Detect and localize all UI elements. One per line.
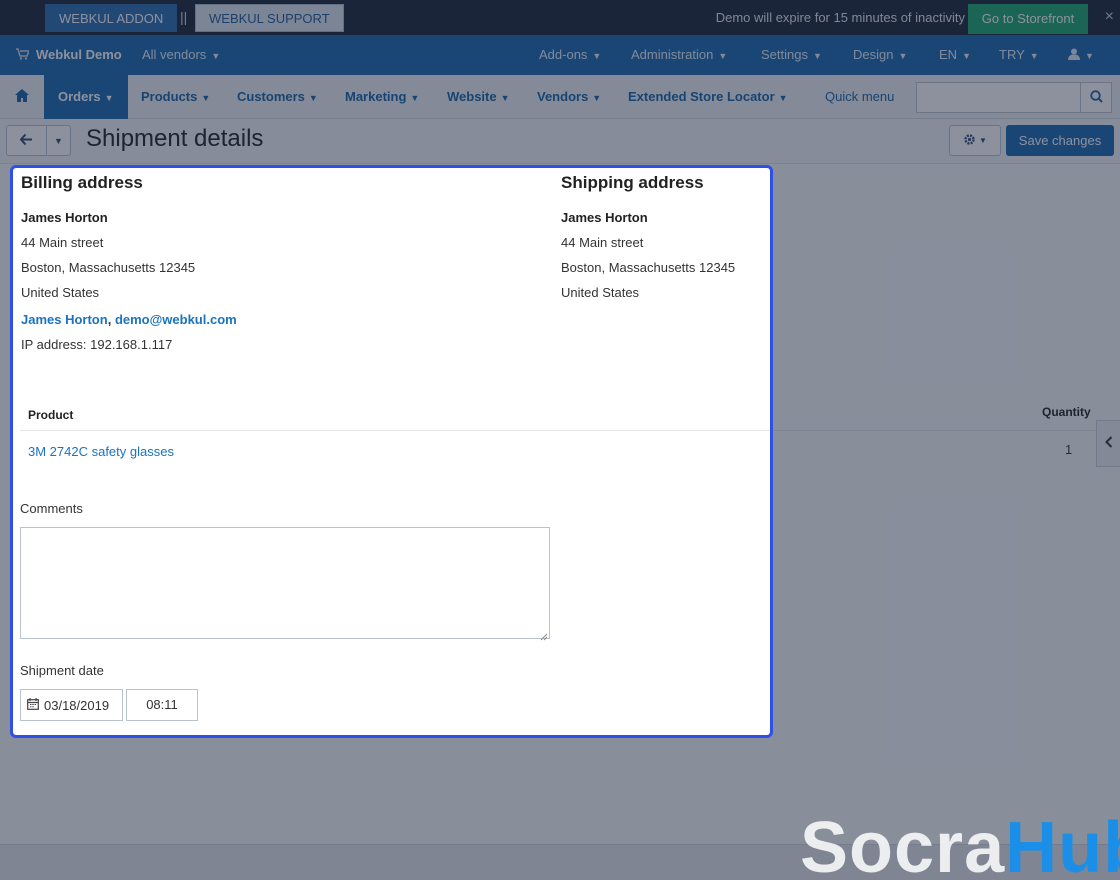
- billing-address: Billing address James Horton 44 Main str…: [21, 173, 237, 357]
- shipping-city: Boston, Massachusetts 12345: [561, 260, 736, 275]
- socrahub-watermark: SocraHub: [800, 808, 1120, 880]
- billing-contact: James Horton, demo@webkul.com: [21, 307, 237, 332]
- contact-separator: ,: [107, 312, 115, 327]
- shipping-address: Shipping address James Horton 44 Main st…: [561, 173, 735, 305]
- shipping-street: 44 Main street: [561, 235, 644, 250]
- shipment-time-field[interactable]: 08:11: [126, 689, 198, 721]
- comments-textarea[interactable]: [20, 527, 550, 641]
- billing-address-title: Billing address: [21, 173, 143, 192]
- billing-name: James Horton: [21, 210, 108, 225]
- shipment-date-label: Shipment date: [20, 663, 104, 678]
- customer-name-link[interactable]: James Horton: [21, 312, 108, 327]
- resize-handle-icon[interactable]: [540, 629, 548, 641]
- comments-label: Comments: [20, 501, 83, 516]
- billing-city: Boston, Massachusetts 12345: [21, 260, 196, 275]
- customer-email-link[interactable]: demo@webkul.com: [115, 312, 237, 327]
- products-table-header: Product: [20, 403, 770, 431]
- shipment-date-value: 03/18/2019: [44, 697, 110, 713]
- shipping-country: United States: [561, 285, 640, 300]
- billing-country: United States: [21, 285, 100, 300]
- shipping-address-title: Shipping address: [561, 173, 704, 192]
- shipping-name: James Horton: [561, 210, 648, 225]
- product-link[interactable]: 3M 2742C safety glasses: [28, 444, 174, 459]
- ip-address: IP address: 192.168.1.117: [21, 337, 173, 352]
- billing-street: 44 Main street: [21, 235, 104, 250]
- shipment-details-popup: Billing address James Horton 44 Main str…: [10, 165, 773, 738]
- calendar-icon: [27, 697, 39, 713]
- product-column-header: Product: [28, 408, 74, 422]
- shipment-date-field[interactable]: 03/18/2019: [20, 689, 123, 721]
